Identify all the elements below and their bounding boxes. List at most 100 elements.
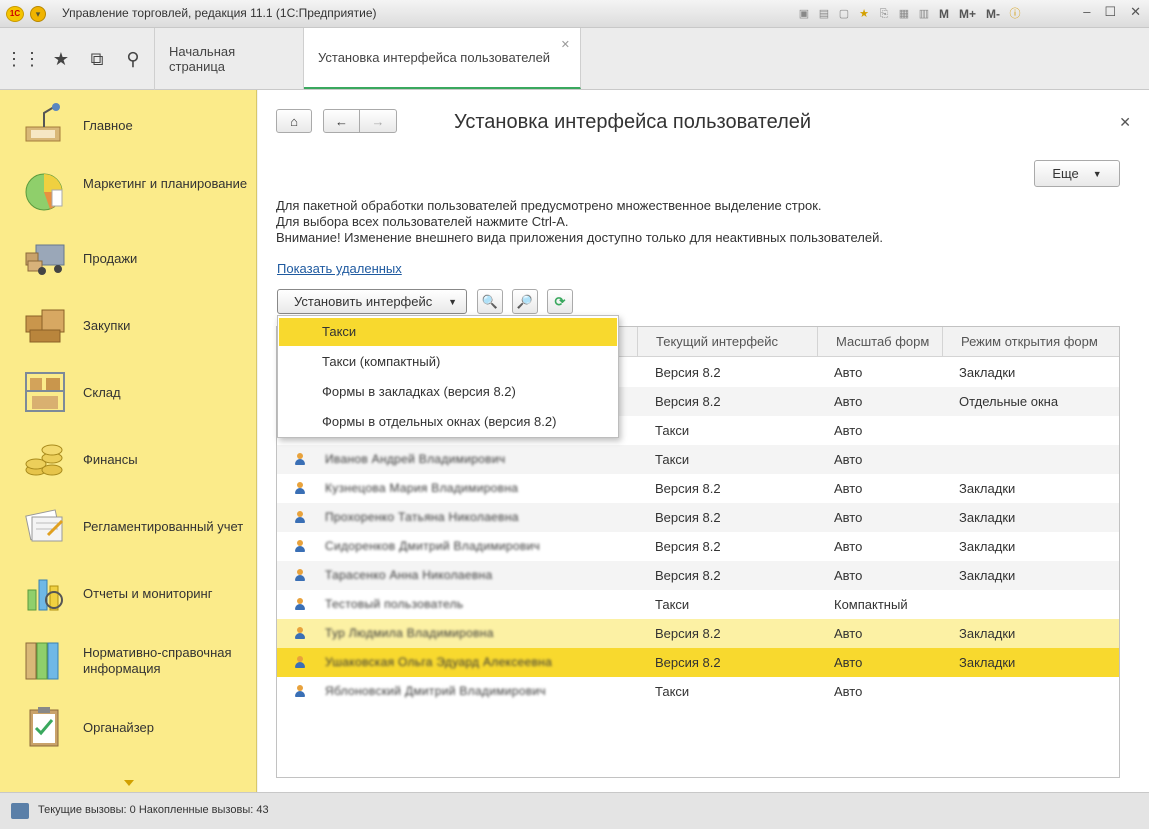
calendar-icon[interactable]: ▥ <box>916 6 932 22</box>
interface-dropdown-menu: Такси Такси (компактный) Формы в закладк… <box>277 315 619 438</box>
memory-button[interactable]: M <box>936 7 952 21</box>
user-icon <box>295 482 305 495</box>
maximize-icon[interactable]: ☐ <box>1104 4 1116 20</box>
column-header-current-interface[interactable]: Текущий интерфейс <box>637 327 818 357</box>
tab-home-page[interactable]: Начальная страница <box>155 28 304 90</box>
cell-user-name: Прохоренко Татьяна Николаевна <box>325 510 519 524</box>
sidebar-item-label: Закупки <box>83 318 131 333</box>
cell-scale: Авто <box>834 626 863 641</box>
arrow-right-icon: → <box>371 113 385 129</box>
advanced-search-icon: 🔎 <box>516 293 534 309</box>
memory-add-button[interactable]: M+ <box>956 7 979 21</box>
table-row[interactable]: Тестовый пользователь Такси Компактный <box>277 590 1119 619</box>
table-row[interactable]: Кузнецова Мария Владимировна Версия 8.2 … <box>277 474 1119 503</box>
print-icon[interactable]: ▤ <box>816 6 832 22</box>
sidebar-item-reference-info[interactable]: Нормативно-справочная информация <box>0 627 257 694</box>
user-icon <box>295 511 305 524</box>
cell-mode: Закладки <box>959 481 1016 496</box>
cell-scale: Авто <box>834 539 863 554</box>
set-interface-button[interactable]: Установить интерфейс ▼ <box>277 289 467 314</box>
cell-interface: Версия 8.2 <box>655 626 721 641</box>
table-row[interactable]: Яблоновский Дмитрий Владимирович Такси А… <box>277 677 1119 706</box>
favorites-icon[interactable]: ★ <box>856 6 872 22</box>
top-navigation: ⋮⋮ ★ ⧉ ⚲ Начальная страница Установка ин… <box>0 28 1149 90</box>
cell-interface: Такси <box>655 684 690 699</box>
favorites-star-icon[interactable]: ★ <box>42 28 80 90</box>
sidebar-item-marketing[interactable]: Маркетинг и планирование <box>0 158 257 225</box>
menu-item-taxi-compact[interactable]: Такси (компактный) <box>279 348 617 376</box>
coins-icon <box>25 444 63 476</box>
menu-item-tabs-8-2[interactable]: Формы в закладках (версия 8.2) <box>279 378 617 406</box>
cell-user-name: Кузнецова Мария Владимировна <box>325 481 519 495</box>
scroll-down-arrow-icon[interactable] <box>124 780 134 786</box>
forward-button[interactable]: → <box>359 109 397 133</box>
apps-grid-icon[interactable]: ⋮⋮ <box>4 28 42 90</box>
sidebar-item-label: Маркетинг и планирование <box>83 176 248 191</box>
cell-interface: Версия 8.2 <box>655 655 721 670</box>
cell-mode: Закладки <box>959 655 1016 670</box>
sidebar-item-label: Продажи <box>83 251 138 266</box>
tab-close-icon[interactable]: ✕ <box>561 38 570 51</box>
search-icon[interactable]: ⚲ <box>114 28 152 90</box>
table-row[interactable]: Иванов Андрей Владимирович Такси Авто <box>277 445 1119 474</box>
calculator-icon[interactable]: ▦ <box>896 6 912 22</box>
table-row[interactable]: Ушаковская Ольга Эдуард Алексеевна Верси… <box>277 648 1119 677</box>
main-menu-button[interactable]: ▾ <box>30 6 46 22</box>
table-row[interactable]: Сидоренков Дмитрий Владимирович Версия 8… <box>277 532 1119 561</box>
tab-user-interface-settings[interactable]: Установка интерфейса пользователей ✕ <box>304 28 581 89</box>
cell-mode: Закладки <box>959 568 1016 583</box>
user-icon <box>295 685 305 698</box>
history-icon[interactable]: ⧉ <box>78 28 116 90</box>
window-controls: – ☐ ✕ <box>1083 4 1141 20</box>
cell-scale: Авто <box>834 365 863 380</box>
sidebar-item-purchases[interactable]: Закупки <box>0 292 257 359</box>
sidebar-item-organizer[interactable]: Органайзер <box>0 694 257 761</box>
cell-interface: Такси <box>655 423 690 438</box>
table-row[interactable]: Прохоренко Татьяна Николаевна Версия 8.2… <box>277 503 1119 532</box>
title-toolbar: ▣ ▤ ▢ ★ ⎘ ▦ ▥ M M+ M- ⓘ <box>796 4 1023 24</box>
sidebar-item-main[interactable]: Главное <box>0 91 257 158</box>
sidebar-item-reports[interactable]: Отчеты и мониторинг <box>0 560 257 627</box>
form-area: ⌂ ← → Установка интерфейса пользователей… <box>258 90 1149 792</box>
preview-icon[interactable]: ▢ <box>836 6 852 22</box>
sidebar-item-label: Главное <box>83 118 133 133</box>
more-label: Еще <box>1052 166 1079 181</box>
documents-icon <box>25 509 64 542</box>
refresh-button[interactable]: ⟳ <box>547 289 573 314</box>
menu-item-taxi[interactable]: Такси <box>279 318 617 346</box>
memory-subtract-button[interactable]: M- <box>983 7 1003 21</box>
column-header-form-scale[interactable]: Масштаб форм <box>817 327 943 357</box>
user-icon <box>295 598 305 611</box>
save-icon[interactable]: ▣ <box>796 6 812 22</box>
close-window-icon[interactable]: ✕ <box>1130 4 1141 20</box>
cell-scale: Авто <box>834 481 863 496</box>
cell-scale: Авто <box>834 394 863 409</box>
advanced-search-button[interactable]: 🔎 <box>512 289 538 314</box>
table-row[interactable]: Тур Людмила Владимировна Версия 8.2 Авто… <box>277 619 1119 648</box>
table-row[interactable]: Тарасенко Анна Николаевна Версия 8.2 Авт… <box>277 561 1119 590</box>
column-header-form-open-mode[interactable]: Режим открытия форм <box>942 327 1119 357</box>
menu-item-windows-8-2[interactable]: Формы в отдельных окнах (версия 8.2) <box>279 408 617 436</box>
link-icon[interactable]: ⎘ <box>876 6 892 22</box>
tab-label: Установка интерфейса пользователей <box>318 50 551 65</box>
sidebar-item-sales[interactable]: Продажи <box>0 225 257 292</box>
cell-user-name: Яблоновский Дмитрий Владимирович <box>325 684 546 698</box>
minimize-icon[interactable]: – <box>1083 4 1090 20</box>
chevron-down-icon: ▼ <box>448 296 457 307</box>
sidebar-item-regulated-accounting[interactable]: Регламентированный учет <box>0 493 257 560</box>
back-button[interactable]: ← <box>323 109 360 133</box>
more-button[interactable]: Еще ▼ <box>1034 160 1120 187</box>
info-icon[interactable]: ⓘ <box>1007 6 1023 22</box>
show-deleted-link[interactable]: Показать удаленных <box>277 261 402 276</box>
cell-interface: Версия 8.2 <box>655 510 721 525</box>
magnifier-icon: 🔍 <box>481 293 499 309</box>
sidebar-item-finance[interactable]: Финансы <box>0 426 257 493</box>
window-title: Управление торговлей, редакция 11.1 (1С:… <box>62 6 377 20</box>
close-form-icon[interactable]: ✕ <box>1119 114 1131 131</box>
home-button[interactable]: ⌂ <box>276 109 312 133</box>
sidebar-item-warehouse[interactable]: Склад <box>0 359 257 426</box>
cell-scale: Авто <box>834 510 863 525</box>
user-icon <box>295 627 305 640</box>
1c-logo-icon: 1С <box>6 6 24 22</box>
find-button[interactable]: 🔍 <box>477 289 503 314</box>
